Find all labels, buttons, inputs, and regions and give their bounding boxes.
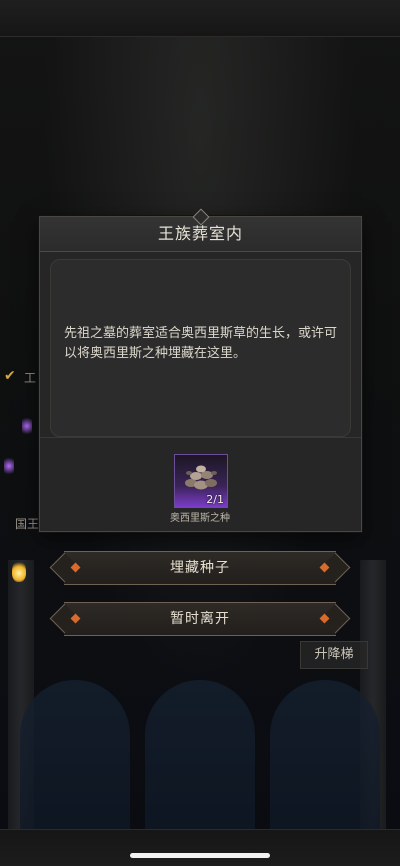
item-name: 奥西里斯之种 xyxy=(170,513,230,524)
bury-seed-button[interactable]: 埋藏种子 xyxy=(64,551,336,585)
dialog-header: 王族葬室内 xyxy=(40,208,361,252)
item-slot[interactable]: 2/1 xyxy=(174,454,228,508)
bottom-bar xyxy=(0,829,400,866)
bury-seed-label: 埋藏种子 xyxy=(170,560,230,576)
dialog-title: 王族葬室内 xyxy=(157,224,243,243)
stone-arch xyxy=(270,680,380,830)
dialog-body: 先祖之墓的葬室适合奥西里斯草的生长，或许可以将奥西里斯之种埋藏在这里。 xyxy=(50,259,351,437)
gem-ornament-icon xyxy=(70,613,81,624)
check-icon: ✔ xyxy=(4,368,16,384)
gem-ornament-icon xyxy=(70,562,81,573)
elevator-button[interactable]: 升降梯 xyxy=(300,641,368,669)
gem-ornament-icon xyxy=(319,613,330,624)
event-dialog: 王族葬室内 先祖之墓的葬室适合奥西里斯草的生长，或许可以将奥西里斯之种埋藏在这里… xyxy=(39,208,362,532)
stone-arch xyxy=(20,680,130,830)
top-bar xyxy=(0,0,400,37)
leave-button[interactable]: 暂时离开 xyxy=(64,602,336,636)
torch-flame-icon xyxy=(12,560,26,582)
gem-ornament-icon xyxy=(319,562,330,573)
leave-label: 暂时离开 xyxy=(170,611,230,627)
quest-label-fragment: 工 xyxy=(24,371,37,385)
required-item-area: 2/1 奥西里斯之种 xyxy=(40,437,361,532)
home-indicator[interactable] xyxy=(130,853,270,858)
purple-crystal-icon xyxy=(22,415,32,437)
stone-arch xyxy=(145,680,255,830)
dialog-description: 先祖之墓的葬室适合奥西里斯草的生长，或许可以将奥西里斯之种埋藏在这里。 xyxy=(64,326,338,361)
seed-pile-icon xyxy=(185,465,217,490)
purple-crystal-icon xyxy=(4,455,14,477)
location-label-fragment: 国王 xyxy=(15,517,40,531)
item-count: 2/1 xyxy=(206,493,224,506)
